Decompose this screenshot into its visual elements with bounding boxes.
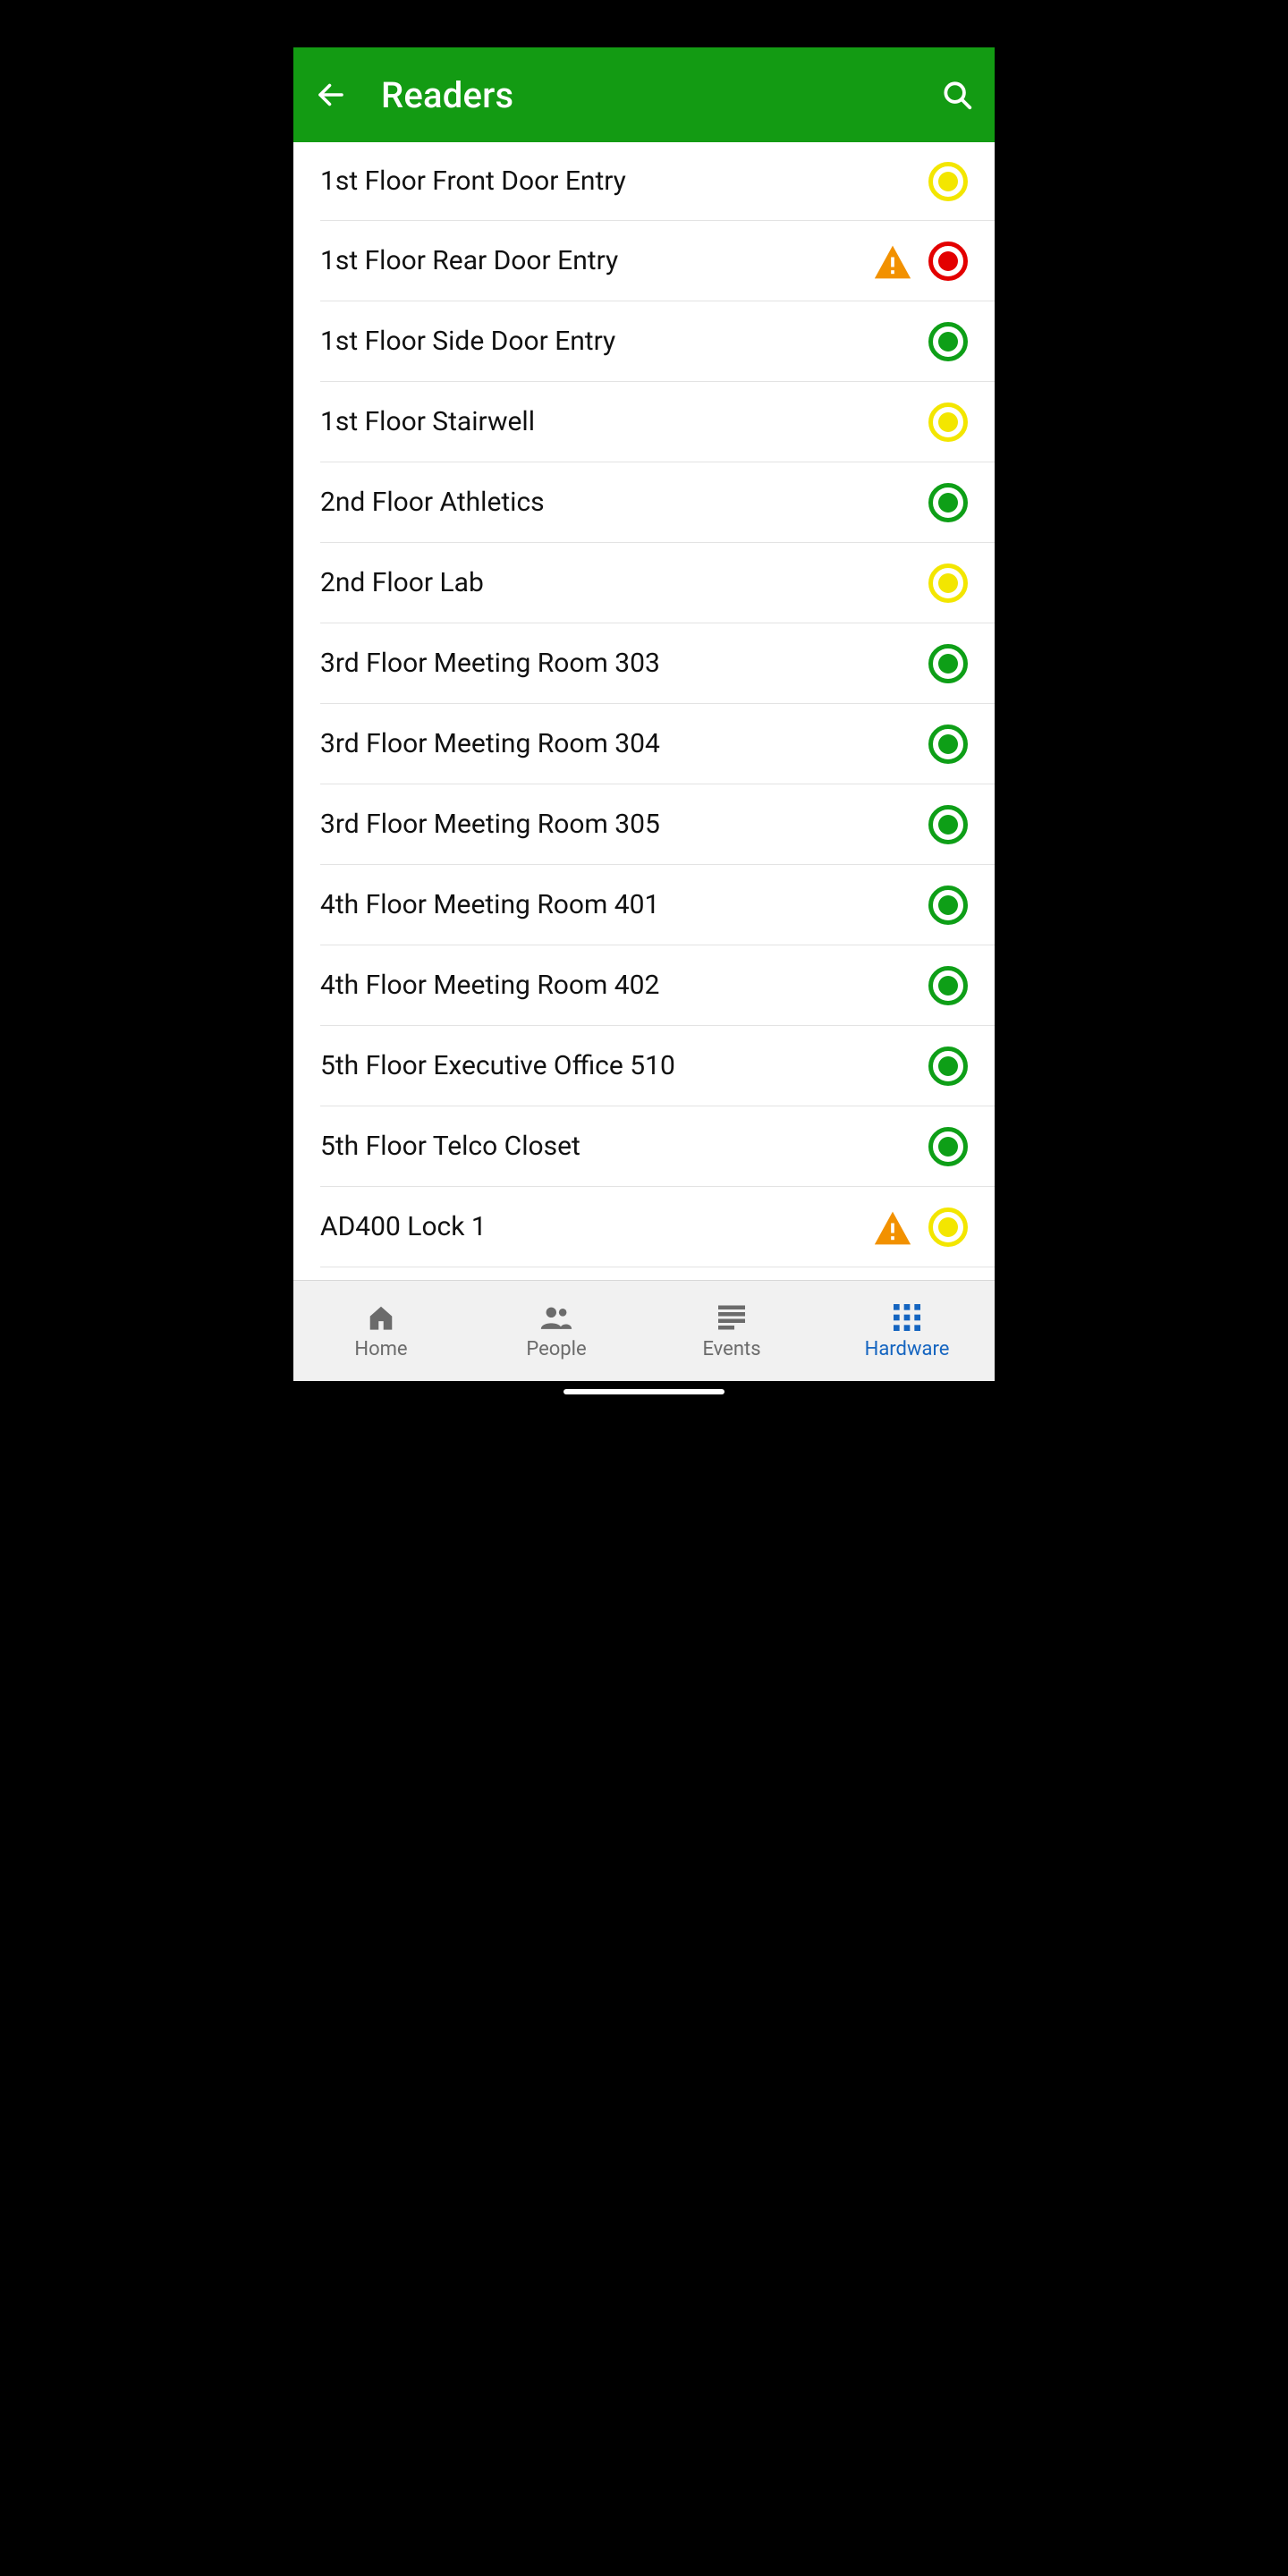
reader-name: 5th Floor Telco Closet [320, 1131, 928, 1162]
reader-row[interactable]: AD400 Lock 1 [320, 1187, 995, 1267]
tab-label: Home [354, 1338, 407, 1360]
status-indicator-red [928, 242, 968, 281]
app-bar: Readers [293, 47, 995, 142]
events-icon [718, 1305, 745, 1330]
reader-row[interactable]: 4th Floor Meeting Room 402 [320, 945, 995, 1026]
warning-icon [873, 1208, 912, 1247]
reader-status-icons [928, 564, 968, 603]
status-indicator-green [928, 724, 968, 764]
status-indicator-yellow [928, 564, 968, 603]
grid-icon [894, 1302, 920, 1333]
reader-name: AD400 Lock 1 [320, 1211, 873, 1242]
reader-row[interactable]: 1st Floor Rear Door Entry [320, 221, 995, 301]
events-icon [718, 1302, 745, 1333]
arrow-left-icon [315, 79, 347, 111]
reader-status-icons [928, 483, 968, 522]
reader-status-icons [873, 242, 968, 281]
reader-row[interactable]: 3rd Floor Meeting Room 305 [320, 784, 995, 865]
reader-name: 1st Floor Stairwell [320, 406, 928, 437]
reader-row[interactable]: 1st Floor Side Door Entry [320, 301, 995, 382]
reader-row[interactable]: 1st Floor Stairwell [320, 382, 995, 462]
status-indicator-yellow [928, 402, 968, 442]
warning-icon [873, 243, 912, 281]
warning-icon [873, 1209, 912, 1247]
reader-row[interactable]: 5th Floor Executive Office 510 [320, 1026, 995, 1106]
people-icon [538, 1305, 574, 1330]
reader-name: 1st Floor Side Door Entry [320, 326, 928, 357]
back-button[interactable] [306, 70, 356, 120]
reader-row[interactable]: 5th Floor Telco Closet [320, 1106, 995, 1187]
tab-label: Events [702, 1338, 760, 1360]
grid-icon [894, 1304, 920, 1331]
reader-row[interactable]: 3rd Floor Meeting Room 304 [320, 704, 995, 784]
reader-name: 5th Floor Executive Office 510 [320, 1050, 928, 1081]
reader-name: 4th Floor Meeting Room 401 [320, 889, 928, 920]
search-icon [940, 78, 974, 112]
home-indicator[interactable] [564, 1389, 724, 1394]
warning-icon [873, 242, 912, 281]
reader-status-icons [928, 1046, 968, 1086]
tab-people[interactable]: People [469, 1281, 644, 1381]
reader-status-icons [928, 644, 968, 683]
reader-name: 1st Floor Front Door Entry [320, 165, 928, 197]
reader-row[interactable]: 3rd Floor Meeting Room 303 [320, 623, 995, 704]
reader-name: 2nd Floor Lab [320, 567, 928, 598]
status-indicator-yellow [928, 162, 968, 201]
reader-status-icons [928, 724, 968, 764]
status-indicator-green [928, 805, 968, 844]
status-indicator-green [928, 886, 968, 925]
reader-name: 3rd Floor Meeting Room 305 [320, 809, 928, 840]
tab-label: Hardware [865, 1338, 950, 1360]
readers-list[interactable]: 1st Floor Front Door Entry 1st Floor Rear… [293, 142, 995, 1280]
status-indicator-green [928, 644, 968, 683]
reader-row[interactable]: 2nd Floor Athletics [320, 462, 995, 543]
system-gesture-bar [293, 1381, 995, 1402]
reader-name: 3rd Floor Meeting Room 304 [320, 728, 928, 759]
reader-name: 4th Floor Meeting Room 402 [320, 970, 928, 1001]
system-status-bar [293, 0, 995, 47]
home-icon [366, 1304, 396, 1331]
reader-status-icons [873, 1208, 968, 1247]
tab-events[interactable]: Events [644, 1281, 819, 1381]
reader-status-icons [928, 966, 968, 1005]
bottom-nav: Home People Events Hardware [293, 1280, 995, 1381]
search-button[interactable] [932, 70, 982, 120]
reader-row[interactable]: 4th Floor Meeting Room 401 [320, 865, 995, 945]
reader-row[interactable]: 1st Floor Front Door Entry [320, 142, 995, 221]
reader-name: 2nd Floor Athletics [320, 487, 928, 518]
reader-status-icons [928, 886, 968, 925]
reader-status-icons [928, 1127, 968, 1166]
reader-name: 1st Floor Rear Door Entry [320, 245, 873, 276]
reader-status-icons [928, 805, 968, 844]
tab-hardware[interactable]: Hardware [819, 1281, 995, 1381]
status-indicator-green [928, 483, 968, 522]
reader-status-icons [928, 162, 968, 201]
page-title: Readers [381, 74, 932, 116]
status-indicator-green [928, 966, 968, 1005]
status-indicator-green [928, 1127, 968, 1166]
tab-home[interactable]: Home [293, 1281, 469, 1381]
status-indicator-green [928, 1046, 968, 1086]
home-icon [366, 1302, 396, 1333]
reader-name: 3rd Floor Meeting Room 303 [320, 648, 928, 679]
app-screen: Readers 1st Floor Front Door Entry1st Fl… [293, 0, 995, 1402]
tab-label: People [526, 1338, 586, 1360]
people-icon [538, 1302, 574, 1333]
reader-status-icons [928, 402, 968, 442]
reader-status-icons [928, 322, 968, 361]
status-indicator-green [928, 322, 968, 361]
status-indicator-yellow [928, 1208, 968, 1247]
reader-row[interactable]: 2nd Floor Lab [320, 543, 995, 623]
